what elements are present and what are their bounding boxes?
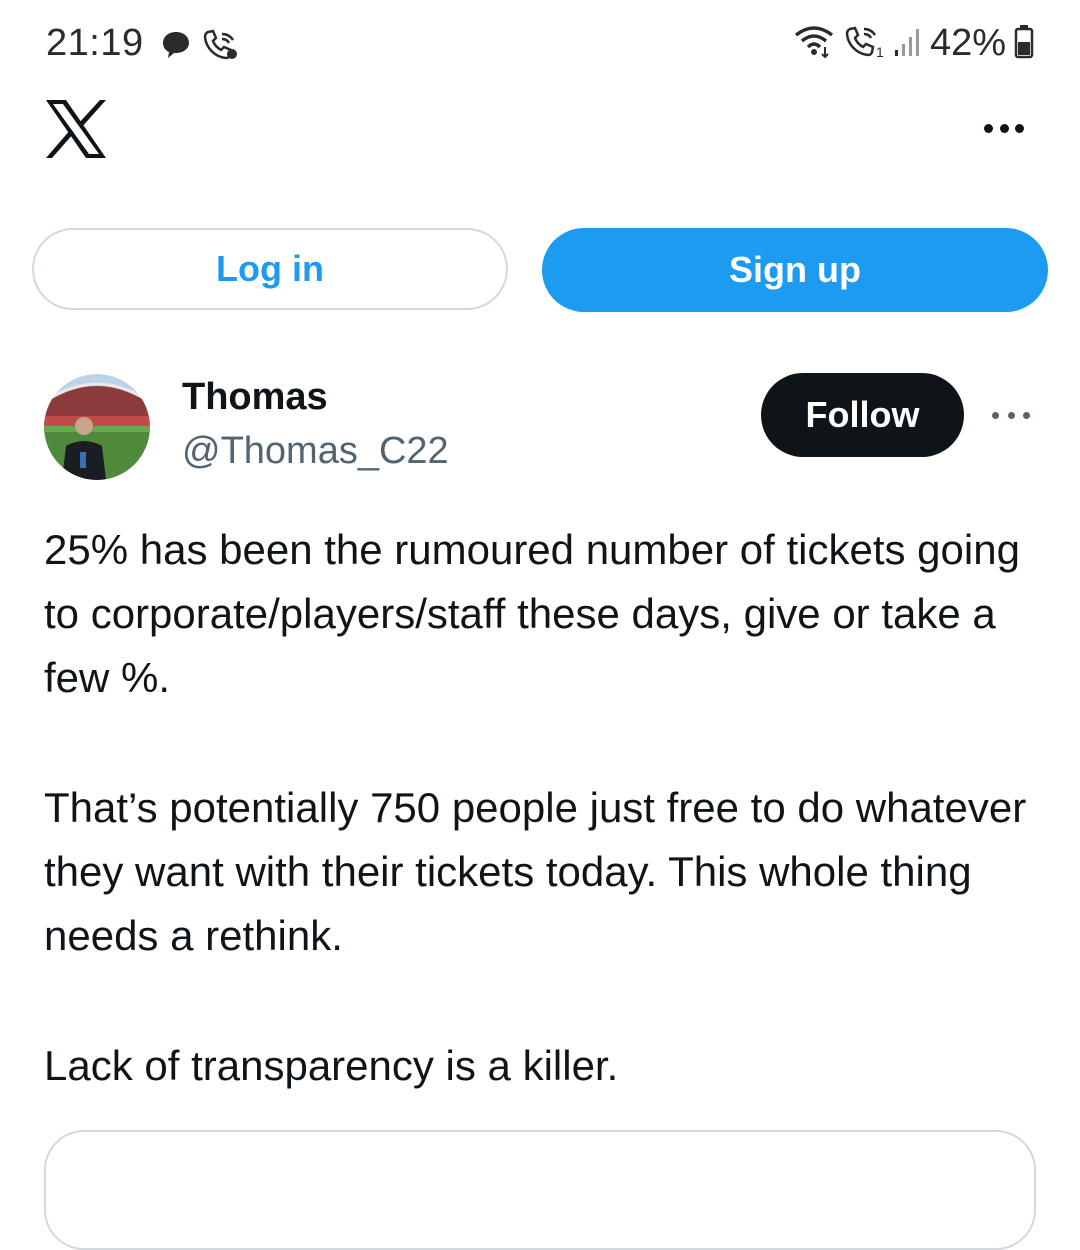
wifi-call-icon [202,28,238,67]
battery-icon [1014,23,1034,64]
svg-text:1: 1 [876,44,884,59]
x-logo-icon[interactable] [44,98,108,160]
author-handle[interactable]: @Thomas_C22 [182,430,449,473]
tweet-text-paragraph: Lack of transparency is a killer. [44,1042,619,1089]
login-button[interactable]: Log in [32,228,508,310]
chat-bubble-icon [160,28,192,67]
status-right-icons: 1 42% [792,22,1034,65]
status-left-icons [160,28,238,67]
status-time: 21:19 [46,22,144,64]
avatar[interactable] [44,374,150,480]
tweet-text-paragraph: That’s potentially 750 people just free … [44,784,1027,959]
tweet-text-paragraph: 25% has been the rumoured number of tick… [44,526,1020,701]
status-bar: 21:19 1 42% [0,0,1080,92]
volte-call-icon: 1 [844,23,886,64]
signup-button[interactable]: Sign up [542,228,1048,312]
embedded-card[interactable] [44,1130,1036,1250]
more-options-icon[interactable] [984,110,1024,146]
author-name[interactable]: Thomas [182,376,328,419]
follow-button[interactable]: Follow [761,373,964,457]
tweet-more-icon[interactable] [992,398,1030,432]
battery-percent: 42% [929,22,1006,64]
wifi-icon [792,23,836,64]
signal-icon [894,24,922,63]
